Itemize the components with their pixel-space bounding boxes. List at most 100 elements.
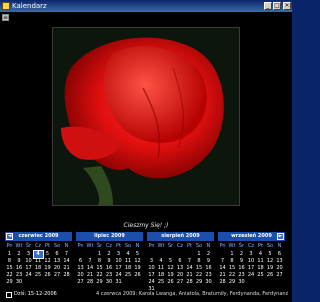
day-cell[interactable]: 4: [157, 258, 166, 265]
day-cell[interactable]: 14: [86, 265, 95, 272]
day-cell[interactable]: 1: [195, 251, 204, 258]
day-cell[interactable]: 22: [195, 272, 204, 279]
day-cell[interactable]: 18: [256, 265, 265, 272]
day-cell[interactable]: 9: [237, 258, 246, 265]
day-cell[interactable]: 8: [95, 258, 104, 265]
day-cell[interactable]: 2: [237, 251, 246, 258]
day-cell[interactable]: 29: [195, 279, 204, 286]
day-cell[interactable]: 19: [266, 265, 275, 272]
day-cell[interactable]: 19: [166, 272, 175, 279]
day-cell[interactable]: 25: [157, 279, 166, 286]
day-cell[interactable]: 16: [15, 265, 24, 272]
day-cell[interactable]: 13: [176, 265, 185, 272]
day-cell[interactable]: 2: [204, 251, 213, 258]
day-cell[interactable]: 13: [275, 258, 284, 265]
close-button[interactable]: ×: [283, 2, 291, 10]
day-cell[interactable]: 28: [218, 279, 227, 286]
day-cell[interactable]: 3: [147, 258, 156, 265]
day-cell[interactable]: 10: [247, 258, 256, 265]
day-cell[interactable]: 10: [24, 258, 33, 265]
day-cell[interactable]: 20: [76, 272, 85, 279]
next-month-button[interactable]: ►: [277, 233, 284, 240]
day-cell[interactable]: 16: [204, 265, 213, 272]
day-cell[interactable]: 19: [43, 265, 52, 272]
day-cell[interactable]: 3: [114, 251, 123, 258]
day-cell[interactable]: 8: [5, 258, 14, 265]
day-cell[interactable]: 16: [237, 265, 246, 272]
day-cell[interactable]: 6: [275, 251, 284, 258]
day-cell[interactable]: 27: [176, 279, 185, 286]
day-cell[interactable]: 11: [124, 258, 133, 265]
day-cell[interactable]: 5: [133, 251, 142, 258]
day-cell[interactable]: 13: [76, 265, 85, 272]
day-cell[interactable]: 10: [147, 265, 156, 272]
day-cell[interactable]: 7: [218, 258, 227, 265]
day-cell[interactable]: 15: [195, 265, 204, 272]
day-cell[interactable]: 10: [114, 258, 123, 265]
day-cell[interactable]: 2: [105, 251, 114, 258]
day-cell[interactable]: 7: [185, 258, 194, 265]
day-cell[interactable]: 1: [95, 251, 104, 258]
day-cell[interactable]: 20: [275, 265, 284, 272]
day-cell[interactable]: 30: [237, 279, 246, 286]
day-cell[interactable]: 12: [166, 265, 175, 272]
prev-month-button[interactable]: ◄: [6, 233, 13, 240]
day-cell[interactable]: 23: [237, 272, 246, 279]
day-cell[interactable]: 31: [114, 279, 123, 286]
day-cell[interactable]: 27: [76, 279, 85, 286]
day-cell[interactable]: 20: [176, 272, 185, 279]
day-cell[interactable]: 12: [133, 258, 142, 265]
day-cell[interactable]: 8: [195, 258, 204, 265]
day-cell[interactable]: 9: [204, 258, 213, 265]
day-cell[interactable]: 22: [5, 272, 14, 279]
day-cell[interactable]: 26: [266, 272, 275, 279]
today-label[interactable]: Dziś: 15-12-2006: [14, 291, 57, 297]
maximize-button[interactable]: □: [273, 2, 281, 10]
day-cell[interactable]: 24: [24, 272, 33, 279]
minimize-button[interactable]: _: [264, 2, 272, 10]
day-cell[interactable]: 12: [43, 258, 52, 265]
day-cell[interactable]: 2: [15, 251, 24, 258]
day-cell[interactable]: 21: [218, 272, 227, 279]
day-cell[interactable]: 26: [166, 279, 175, 286]
day-cell[interactable]: 24: [114, 272, 123, 279]
day-cell[interactable]: 19: [133, 265, 142, 272]
day-cell[interactable]: 12: [266, 258, 275, 265]
day-cell[interactable]: 6: [76, 258, 85, 265]
day-cell[interactable]: 28: [185, 279, 194, 286]
day-cell[interactable]: 16: [105, 265, 114, 272]
day-cell[interactable]: 23: [15, 272, 24, 279]
day-cell[interactable]: 24: [147, 279, 156, 286]
title-bar[interactable]: Kalendarz _ □ ×: [0, 0, 292, 12]
day-cell[interactable]: 25: [34, 272, 43, 279]
day-cell[interactable]: 29: [228, 279, 237, 286]
day-cell[interactable]: 17: [114, 265, 123, 272]
day-cell[interactable]: 29: [95, 279, 104, 286]
day-cell[interactable]: 8: [228, 258, 237, 265]
day-cell[interactable]: 18: [124, 265, 133, 272]
day-cell[interactable]: 5: [43, 251, 52, 258]
day-cell[interactable]: 30: [204, 279, 213, 286]
day-cell[interactable]: 11: [157, 265, 166, 272]
day-cell[interactable]: 9: [105, 258, 114, 265]
day-cell[interactable]: 15: [228, 265, 237, 272]
day-cell[interactable]: 11: [34, 258, 43, 265]
day-cell[interactable]: 22: [228, 272, 237, 279]
day-cell[interactable]: 25: [124, 272, 133, 279]
day-cell[interactable]: 5: [166, 258, 175, 265]
day-cell[interactable]: 3: [24, 251, 33, 258]
day-cell[interactable]: 7: [86, 258, 95, 265]
day-cell[interactable]: 17: [147, 272, 156, 279]
day-cell[interactable]: 23: [204, 272, 213, 279]
day-cell[interactable]: 21: [86, 272, 95, 279]
day-cell[interactable]: 20: [53, 265, 62, 272]
day-cell[interactable]: 7: [62, 251, 71, 258]
day-cell[interactable]: 23: [105, 272, 114, 279]
day-cell[interactable]: 22: [95, 272, 104, 279]
day-cell[interactable]: 29: [5, 279, 14, 286]
day-cell[interactable]: 17: [247, 265, 256, 272]
day-cell[interactable]: 6: [53, 251, 62, 258]
day-cell[interactable]: 30: [105, 279, 114, 286]
menu-icon[interactable]: ≡: [2, 14, 9, 21]
day-cell[interactable]: 15: [95, 265, 104, 272]
